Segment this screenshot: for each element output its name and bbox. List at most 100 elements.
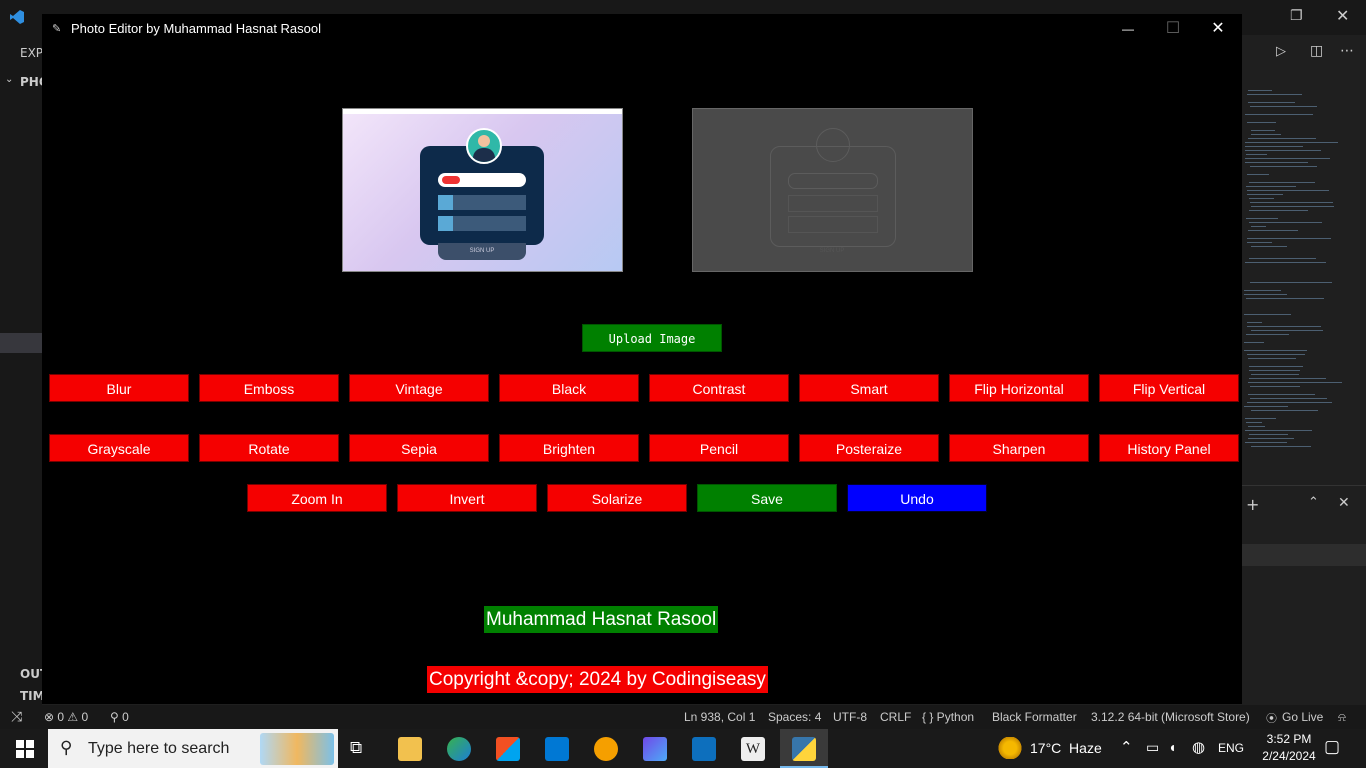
copilot-icon[interactable] [643, 737, 667, 761]
bell-icon[interactable]: ⍾ [1338, 710, 1346, 725]
volume-icon[interactable]: ◖ [1168, 739, 1176, 755]
solarize-button[interactable]: Solarize [547, 484, 687, 512]
close-panel-icon[interactable]: ✕ [1338, 495, 1350, 511]
password-field [438, 216, 526, 231]
chevron-down-icon[interactable]: ⌄ [5, 74, 13, 85]
search-placeholder: Type here to search [88, 740, 230, 757]
notifications-icon[interactable]: ▢ [1324, 737, 1340, 757]
battery-icon[interactable]: ▭ [1146, 739, 1159, 756]
terminal-tab-selected[interactable] [1242, 544, 1366, 566]
split-editor-icon[interactable]: ◫ [1310, 43, 1323, 59]
minimap-line [1250, 202, 1333, 203]
minimap-line [1246, 154, 1267, 155]
line-ending[interactable]: CRLF [880, 710, 911, 724]
brighten-button[interactable]: Brighten [499, 434, 639, 462]
save-button[interactable]: Save [697, 484, 837, 512]
sharpen-button[interactable]: Sharpen [949, 434, 1089, 462]
upload-image-button[interactable]: Upload Image [582, 324, 722, 352]
go-live-icon[interactable]: ⦿ [1266, 710, 1277, 726]
sepia-button[interactable]: Sepia [349, 434, 489, 462]
mail-icon[interactable] [545, 737, 569, 761]
language-indicator[interactable]: ENG [1218, 741, 1244, 755]
blur-button[interactable]: Blur [49, 374, 189, 402]
minimap-line [1244, 294, 1287, 295]
windows-taskbar: ⚲ Type here to search ⧉ W 17°C Haze ⌃ ▭ … [0, 729, 1366, 768]
file-explorer-icon[interactable] [398, 737, 422, 761]
black-button[interactable]: Black [499, 374, 639, 402]
minimap-line [1245, 114, 1313, 115]
posterize-button[interactable]: Posteraize [799, 434, 939, 462]
minimap-line [1247, 122, 1276, 123]
invert-button[interactable]: Invert [397, 484, 537, 512]
minimap-line [1251, 130, 1275, 131]
zoom-in-button[interactable]: Zoom In [247, 484, 387, 512]
minimap-line [1246, 334, 1289, 335]
cursor-position[interactable]: Ln 938, Col 1 [684, 710, 755, 724]
minimap-line [1250, 282, 1332, 283]
minimize-button[interactable]: — [1113, 18, 1143, 40]
rewards-icon[interactable] [594, 737, 618, 761]
contrast-button[interactable]: Contrast [649, 374, 789, 402]
problems-count[interactable]: ⊗ 0 ⚠ 0 [44, 710, 88, 724]
minimap-line [1251, 330, 1323, 331]
close-button[interactable]: ✕ [1203, 18, 1233, 40]
encoding[interactable]: UTF-8 [833, 710, 867, 724]
minimap-line [1248, 426, 1265, 427]
python-interpreter[interactable]: 3.12.2 64-bit (Microsoft Store) [1091, 710, 1250, 724]
minimap-line [1249, 258, 1316, 259]
history-panel-button[interactable]: History Panel [1099, 434, 1239, 462]
remote-icon: ⤨ [11, 708, 23, 724]
avatar-icon [466, 128, 502, 164]
more-icon[interactable]: ⋯ [1340, 43, 1354, 59]
vscode-taskbar-icon[interactable] [692, 737, 716, 761]
minimap-line [1247, 190, 1329, 191]
run-icon[interactable]: ▷ [1276, 44, 1286, 59]
minimap-line [1245, 162, 1308, 163]
python-app-active[interactable] [780, 729, 828, 768]
minimap-line [1250, 106, 1317, 107]
emboss-button[interactable]: Emboss [199, 374, 339, 402]
undo-button[interactable]: Undo [847, 484, 987, 512]
taskbar-search-box[interactable]: ⚲ Type here to search [48, 729, 338, 768]
minimap[interactable] [1244, 90, 1352, 460]
formatter[interactable]: Black Formatter [992, 710, 1077, 724]
weather-text[interactable]: 17°C Haze [1030, 740, 1102, 756]
clock-time[interactable]: 3:52 PM [1259, 732, 1319, 746]
network-globe-icon[interactable]: ◍ [1192, 738, 1205, 756]
grayscale-button[interactable]: Grayscale [49, 434, 189, 462]
flip-horizontal-button[interactable]: Flip Horizontal [949, 374, 1089, 402]
maximize-button[interactable]: ☐ [1158, 18, 1188, 40]
smart-button[interactable]: Smart [799, 374, 939, 402]
minimap-line [1245, 150, 1321, 151]
go-live-button[interactable]: Go Live [1282, 710, 1323, 724]
sidebar-item-timeline[interactable]: TIM [20, 689, 45, 703]
pencil-button[interactable]: Pencil [649, 434, 789, 462]
ports-count[interactable]: ⚲ 0 [110, 710, 129, 724]
task-view-icon[interactable]: ⧉ [350, 738, 362, 758]
minimap-line [1248, 394, 1315, 395]
maximize-panel-icon[interactable]: ⌃ [1308, 495, 1319, 510]
rotate-button[interactable]: Rotate [199, 434, 339, 462]
store-icon[interactable] [496, 737, 520, 761]
flip-vertical-button[interactable]: Flip Vertical [1099, 374, 1239, 402]
minimap-line [1249, 222, 1322, 223]
panel-divider [1242, 485, 1366, 486]
windows-start-icon[interactable] [16, 740, 34, 758]
vintage-button[interactable]: Vintage [349, 374, 489, 402]
language-mode[interactable]: { } Python [922, 710, 974, 724]
minimap-line [1248, 90, 1272, 91]
remote-indicator[interactable]: ⤨ [0, 705, 34, 729]
window-title: Photo Editor by Muhammad Hasnat Rasool [71, 21, 322, 36]
minimap-line [1247, 238, 1331, 239]
minimap-line [1249, 378, 1326, 379]
edge-icon[interactable] [447, 737, 471, 761]
indentation[interactable]: Spaces: 4 [768, 710, 821, 724]
clock-date[interactable]: 2/24/2024 [1254, 749, 1324, 763]
vscode-close-icon[interactable]: ✕ [1336, 6, 1349, 25]
minimap-line [1250, 398, 1327, 399]
chevron-up-icon[interactable]: ⌃ [1120, 738, 1133, 756]
wikipedia-icon[interactable]: W [741, 737, 765, 761]
window-restore-icon[interactable]: ❐ [1290, 8, 1303, 24]
minimap-line [1247, 242, 1272, 243]
add-terminal-icon[interactable]: + [1246, 495, 1259, 514]
